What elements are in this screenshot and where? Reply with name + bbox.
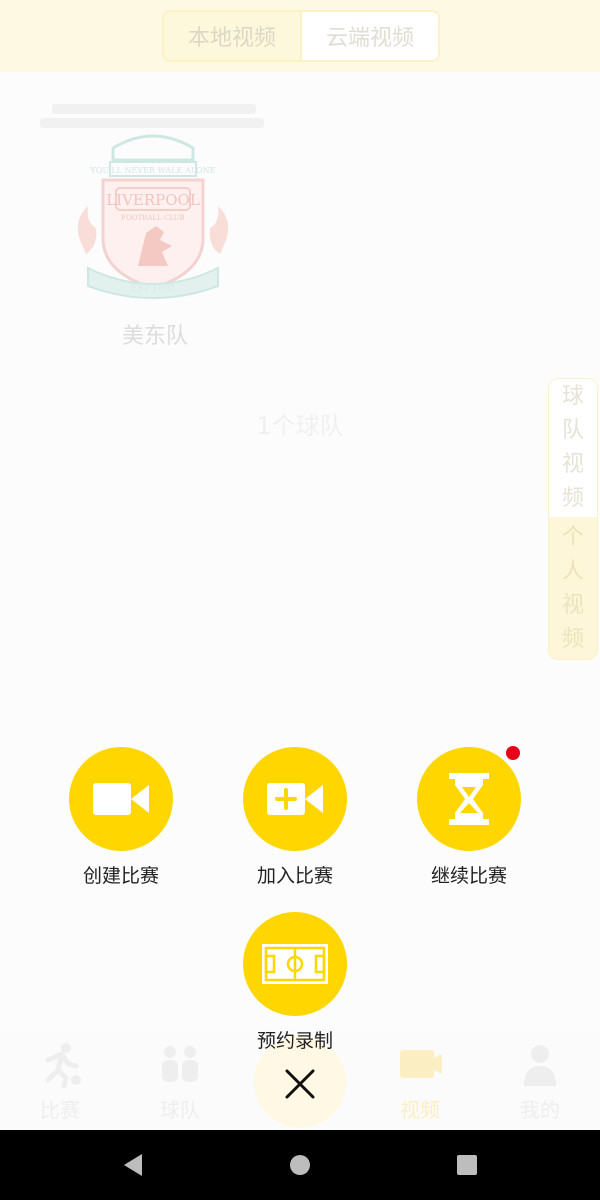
side-tab-char: 队 (561, 418, 584, 443)
side-tab-char: 个 (561, 525, 584, 550)
nav-item-match[interactable]: 比赛 (0, 1030, 120, 1130)
continue-match-button[interactable]: 继续比赛 (399, 747, 539, 888)
close-icon[interactable] (283, 1067, 317, 1101)
liverpool-logo: YOU'LL NEVER WALK ALONE LIVERPOOL FOOTBA… (77, 134, 229, 299)
continue-match-label: 继续比赛 (430, 865, 507, 887)
tab-local-video[interactable]: 本地视频 (164, 12, 302, 60)
nav-item-video[interactable]: 视频 (360, 1030, 480, 1130)
tab-cloud-video[interactable]: 云端视频 (302, 12, 438, 60)
side-tab-char: 频 (561, 486, 584, 511)
video-camera-icon (93, 783, 149, 815)
team-name: 美东队 (121, 324, 188, 349)
svg-text:LIVERPOOL: LIVERPOOL (106, 191, 200, 209)
join-match-circle[interactable] (243, 747, 347, 851)
recents-icon[interactable] (454, 1152, 480, 1178)
tab-personal-video[interactable]: 个人视频 (549, 517, 597, 659)
video-add-icon (267, 783, 323, 815)
nav-label-team: 球队 (160, 1098, 200, 1122)
schedule-recording-label: 预约录制 (256, 1030, 333, 1052)
svg-text:EST 1892: EST 1892 (131, 284, 176, 294)
side-tab-char: 视 (561, 593, 584, 618)
create-match-label: 创建比赛 (82, 865, 159, 887)
hourglass-icon (449, 773, 489, 825)
back-icon[interactable] (120, 1152, 146, 1178)
create-match-circle[interactable] (69, 747, 173, 851)
side-tab-char: 频 (561, 627, 584, 652)
nav-label-mine: 我的 (520, 1098, 560, 1122)
team-count: 1个球队 (256, 412, 344, 440)
notification-dot (506, 746, 520, 760)
join-match-label: 加入比赛 (256, 865, 333, 887)
football-pitch-icon (262, 944, 328, 984)
side-tabs: 球队视频 个人视频 (548, 378, 598, 660)
runner-icon (45, 1043, 81, 1088)
system-nav-bar (0, 1130, 600, 1200)
home-icon[interactable] (287, 1152, 313, 1178)
side-tab-char: 球 (561, 384, 584, 409)
nav-label-video: 视频 (400, 1098, 440, 1122)
user-icon (524, 1045, 556, 1086)
create-match-button[interactable]: 创建比赛 (51, 747, 191, 888)
top-bar: 本地视频 云端视频 (0, 0, 600, 72)
side-tab-char: 视 (561, 452, 584, 477)
video-folder-icon (400, 1050, 442, 1078)
nav-label-match: 比赛 (40, 1098, 80, 1122)
video-source-toggle: 本地视频 云端视频 (162, 10, 440, 62)
team-icon (162, 1046, 198, 1082)
team-card[interactable]: YOU'LL NEVER WALK ALONE LIVERPOOL FOOTBA… (38, 100, 268, 310)
svg-text:FOOTBALL CLUB: FOOTBALL CLUB (121, 214, 184, 222)
nav-item-mine[interactable]: 我的 (480, 1030, 600, 1130)
join-match-button[interactable]: 加入比赛 (225, 747, 365, 888)
card-subtitle-placeholder (40, 118, 264, 128)
continue-match-circle[interactable] (417, 747, 521, 851)
card-title-placeholder (52, 104, 256, 114)
schedule-recording-button[interactable]: 预约录制 (225, 912, 365, 1053)
nav-item-team[interactable]: 球队 (120, 1030, 240, 1130)
side-tab-char: 人 (561, 559, 584, 584)
svg-text:YOU'LL NEVER WALK ALONE: YOU'LL NEVER WALK ALONE (90, 166, 216, 175)
tab-team-video[interactable]: 球队视频 (549, 379, 597, 517)
schedule-recording-circle[interactable] (243, 912, 347, 1016)
